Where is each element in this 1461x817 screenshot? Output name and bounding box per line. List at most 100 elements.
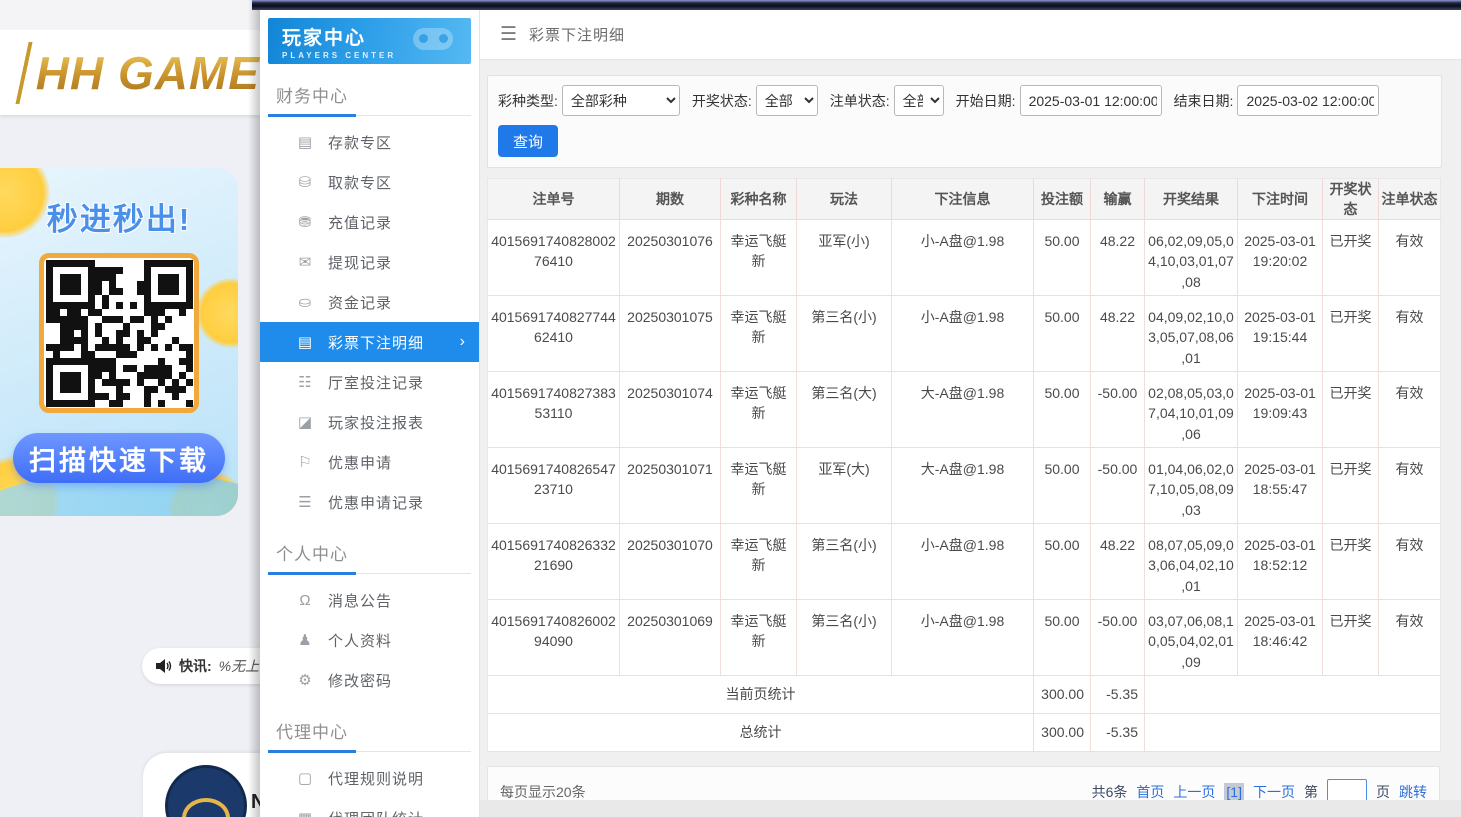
column-header: 下注信息 (892, 179, 1034, 220)
sidebar-item-label: 充值记录 (328, 212, 392, 233)
sidebar-section-title: 个人中心 (260, 530, 479, 573)
speaker-icon (156, 659, 172, 673)
change-password-icon: ⚙ (294, 671, 316, 689)
download-qr-code (39, 253, 199, 413)
jump-go-link[interactable]: 跳转 (1399, 782, 1427, 802)
sidebar-item-label: 厅室投注记录 (328, 372, 424, 393)
bet-cell: -50.00 (1091, 372, 1145, 448)
jump-prefix-label: 第 (1304, 782, 1318, 802)
draw-status-select[interactable]: 全部 (756, 85, 818, 116)
sidebar-item-label: 彩票下注明细 (328, 332, 424, 353)
bet-row: 40156917408280027641020250301076幸运飞艇新亚军(… (488, 220, 1441, 296)
player-bet-report-icon: ◪ (294, 413, 316, 431)
sidebar-nav: 财务中心▤存款专区⛁取款专区⛃充值记录✉提现记录⛀资金记录▤彩票下注明细›☷厅室… (260, 72, 479, 817)
bet-cell: -50.00 (1091, 448, 1145, 524)
hamburger-menu-icon[interactable]: ☰ (500, 23, 517, 46)
sidebar-item-funds-record[interactable]: ⛀资金记录 (260, 282, 479, 322)
sidebar-item-promo-apply-record[interactable]: ☰优惠申请记录 (260, 482, 479, 522)
bet-cell: 2025-03-01 19:20:02 (1238, 220, 1323, 296)
sidebar-item-label: 优惠申请 (328, 452, 392, 473)
bet-cell: 第三名(小) (797, 296, 892, 372)
bet-cell: 已开奖 (1323, 220, 1379, 296)
bet-cell: 50.00 (1034, 448, 1091, 524)
sidebar-header: 玩家中心 PLAYERS CENTER (268, 18, 471, 64)
bet-cell: 50.00 (1034, 220, 1091, 296)
bet-cell: 01,04,06,02,07,10,05,08,09,03 (1145, 448, 1238, 524)
end-date-input[interactable] (1237, 85, 1379, 116)
bet-row: 40156917408265472371020250301071幸运飞艇新亚军(… (488, 448, 1441, 524)
bet-cell: 48.22 (1091, 220, 1145, 296)
bet-cell: 有效 (1379, 220, 1441, 296)
prev-page-link[interactable]: 上一页 (1173, 782, 1215, 802)
bet-cell: 小-A盘@1.98 (892, 296, 1034, 372)
bet-cell: 已开奖 (1323, 372, 1379, 448)
lottery-type-select[interactable]: 全部彩种 (562, 85, 680, 116)
sidebar-item-deposit-card[interactable]: ▤存款专区 (260, 122, 479, 162)
bet-cell: 有效 (1379, 600, 1441, 676)
search-button[interactable]: 查询 (498, 125, 558, 157)
sidebar-item-label: 消息公告 (328, 590, 392, 611)
column-header: 输赢 (1091, 179, 1145, 220)
sidebar-item-label: 取款专区 (328, 172, 392, 193)
lottery-bet-detail-icon: ▤ (294, 333, 316, 351)
promo-headline: 秒进秒出! (0, 194, 238, 239)
sidebar-item-withdraw-hand[interactable]: ⛁取款专区 (260, 162, 479, 202)
background-page: HH GAME 秒进秒出! 扫描快速下载 快讯: %无上 (0, 0, 260, 817)
column-header: 注单状态 (1379, 179, 1441, 220)
bet-row: 40156917408277446241020250301075幸运飞艇新第三名… (488, 296, 1441, 372)
order-status-select[interactable]: 全部 (894, 85, 944, 116)
chevron-right-icon: › (460, 333, 465, 351)
scan-download-button[interactable]: 扫描快速下载 (13, 433, 225, 483)
bet-cell: 小-A盘@1.98 (892, 524, 1034, 600)
page: HH GAME 秒进秒出! 扫描快速下载 快讯: %无上 (0, 0, 1461, 817)
bet-cell: 04,09,02,10,03,05,07,08,06,01 (1145, 296, 1238, 372)
column-header: 开奖状态 (1323, 179, 1379, 220)
bet-cell: 2025-03-01 19:09:43 (1238, 372, 1323, 448)
column-header: 彩种名称 (721, 179, 797, 220)
page-title: 彩票下注明细 (529, 24, 625, 45)
next-page-link[interactable]: 下一页 (1253, 782, 1295, 802)
filter-panel: 彩种类型: 全部彩种 开奖状态: 全部 注单状态: 全部 开始日期: 结束日期:… (487, 75, 1442, 168)
bet-cell: 20250301070 (620, 524, 721, 600)
partner-logo-icon (165, 765, 247, 817)
sidebar-item-change-password[interactable]: ⚙ 修改密码 (260, 660, 479, 700)
sidebar-item-player-bet-report[interactable]: ◪玩家投注报表 (260, 402, 479, 442)
sidebar-item-withdraw-record[interactable]: ✉提现记录 (260, 242, 479, 282)
bet-cell: 50.00 (1034, 600, 1091, 676)
summary-row: 总统计300.00-5.35 (488, 714, 1441, 752)
bet-cell: 大-A盘@1.98 (892, 372, 1034, 448)
bet-cell: 幸运飞艇新 (721, 600, 797, 676)
sidebar-item-message-notice[interactable]: Ω消息公告 (260, 580, 479, 620)
sidebar-item-label: 存款专区 (328, 132, 392, 153)
bet-row: 40156917408260029409020250301069幸运飞艇新第三名… (488, 600, 1441, 676)
bet-cell: 第三名(小) (797, 524, 892, 600)
sidebar-item-lottery-bet-detail[interactable]: ▤ 彩票下注明细 › (260, 322, 479, 362)
section-underline (268, 115, 471, 116)
sidebar-item-agent-team-stats[interactable]: ▦代理团队统计 (260, 798, 479, 817)
recharge-record-icon: ⛃ (294, 213, 316, 231)
bet-cell: 48.22 (1091, 296, 1145, 372)
sidebar-item-hall-bet-record[interactable]: ☷厅室投注记录 (260, 362, 479, 402)
sidebar-item-profile[interactable]: ♟个人资料 (260, 620, 479, 660)
column-header: 投注额 (1034, 179, 1091, 220)
column-header: 下注时间 (1238, 179, 1323, 220)
sidebar-item-promo-apply[interactable]: ⚐优惠申请 (260, 442, 479, 482)
start-date-input[interactable] (1020, 85, 1162, 116)
qr-code-image (46, 260, 193, 407)
bet-cell: 第三名(大) (797, 372, 892, 448)
sidebar-item-label: 提现记录 (328, 252, 392, 273)
bet-cell: 06,02,09,05,04,10,03,01,07,08 (1145, 220, 1238, 296)
sidebar-item-agent-rules[interactable]: ▢代理规则说明 (260, 758, 479, 798)
first-page-link[interactable]: 首页 (1136, 782, 1164, 802)
sidebar-item-recharge-record[interactable]: ⛃ 充值记录 (260, 202, 479, 242)
section-underline (268, 751, 471, 752)
bet-cell: 有效 (1379, 296, 1441, 372)
content-header: ☰ 彩票下注明细 (480, 10, 1461, 60)
total-count-text: 共6条 (1092, 782, 1128, 802)
bet-row: 40156917408273835311020250301074幸运飞艇新第三名… (488, 372, 1441, 448)
bet-cell: 幸运飞艇新 (721, 372, 797, 448)
promo-apply-record-icon: ☰ (294, 493, 316, 511)
bet-cell: 有效 (1379, 372, 1441, 448)
sidebar-item-label: 修改密码 (328, 670, 392, 691)
bet-cell: 401569174082654723710 (488, 448, 620, 524)
